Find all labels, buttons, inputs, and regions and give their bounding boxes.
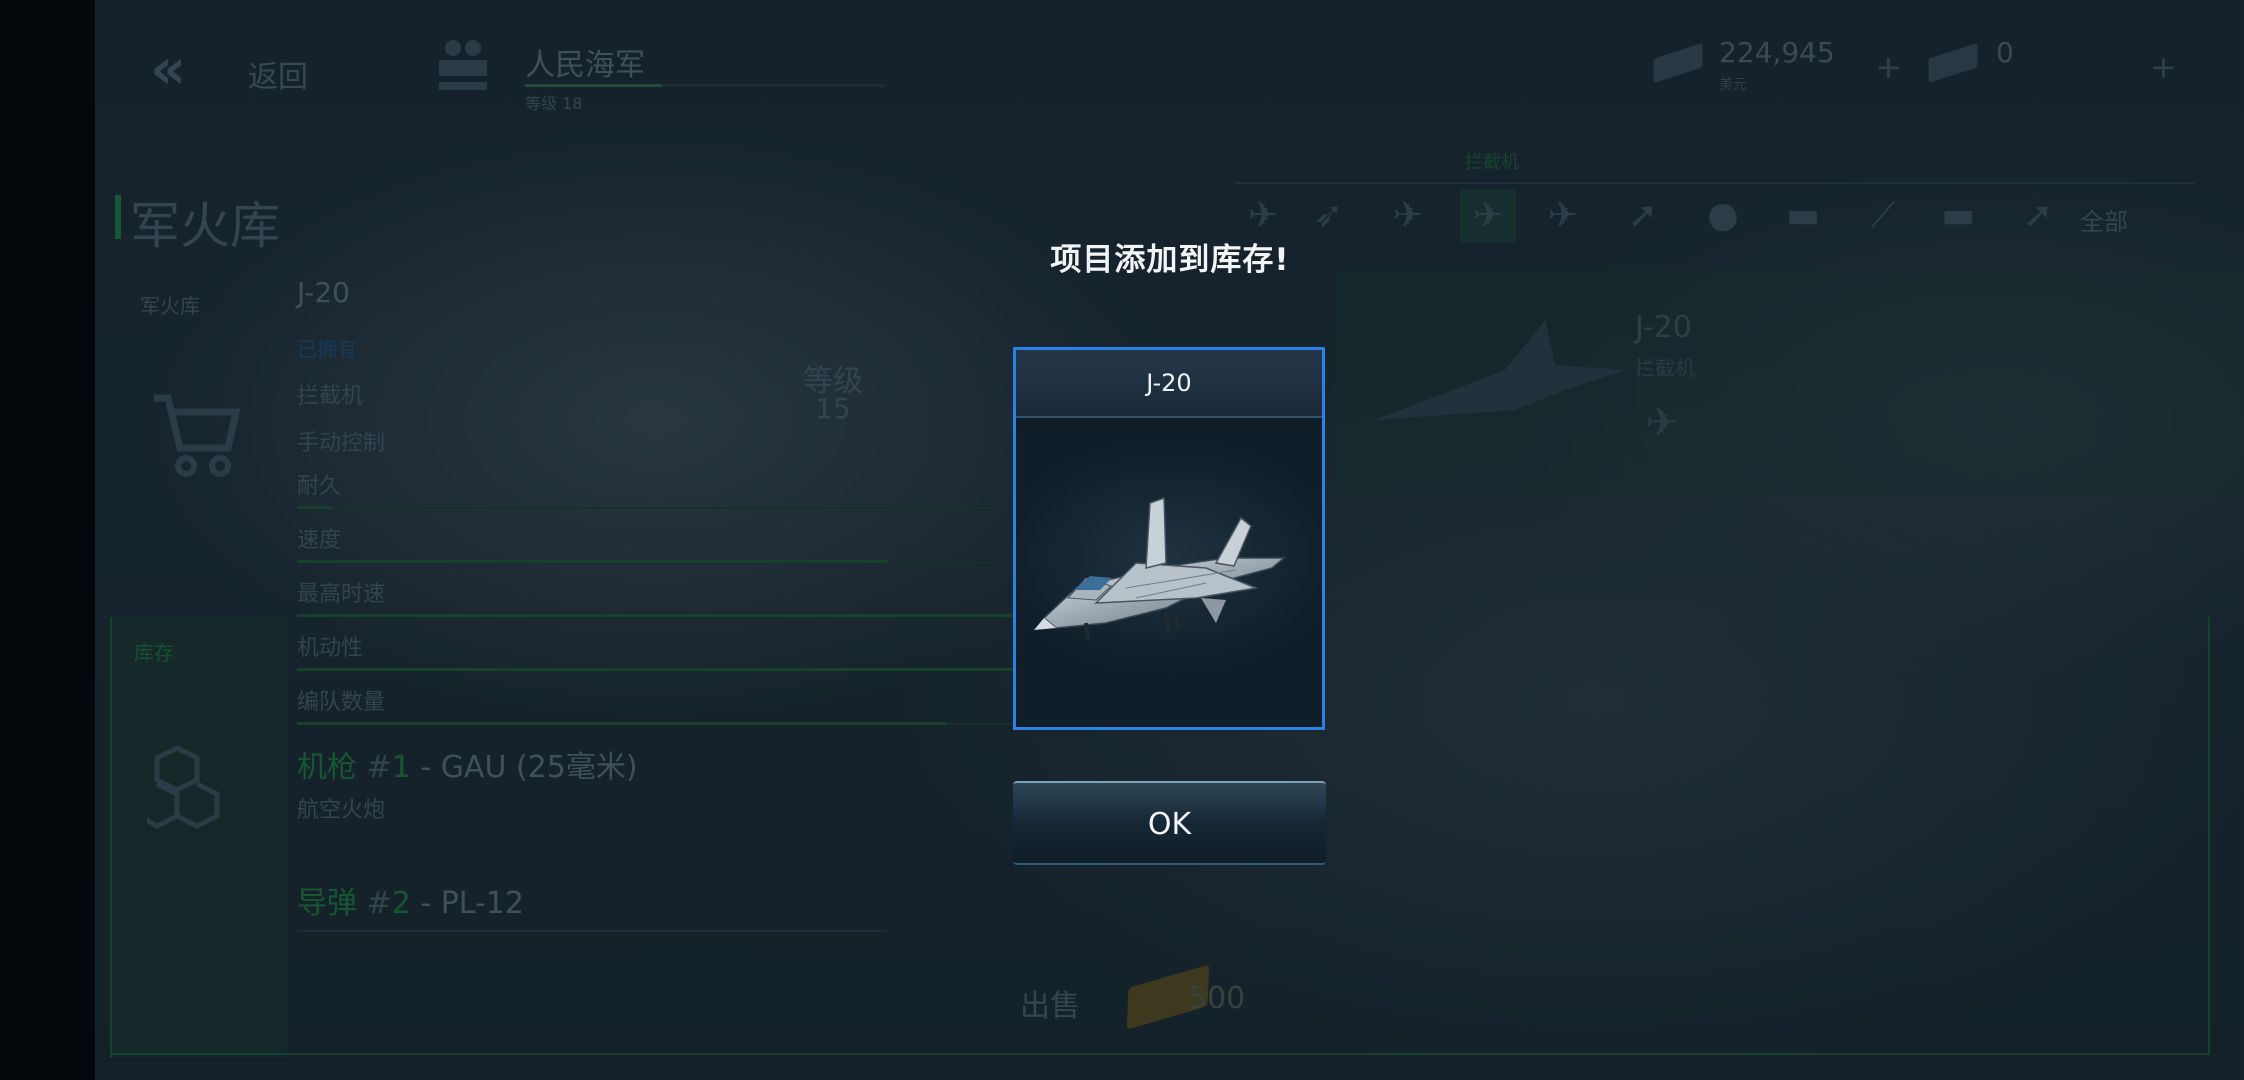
j20-jet-icon <box>1034 496 1287 641</box>
item-card: J-20 <box>1013 347 1325 730</box>
ok-button[interactable]: OK <box>1013 781 1326 865</box>
item-name: J-20 <box>1016 350 1322 418</box>
dialog-title: 项目添加到库存! <box>1050 242 1290 278</box>
item-image <box>1016 418 1322 727</box>
